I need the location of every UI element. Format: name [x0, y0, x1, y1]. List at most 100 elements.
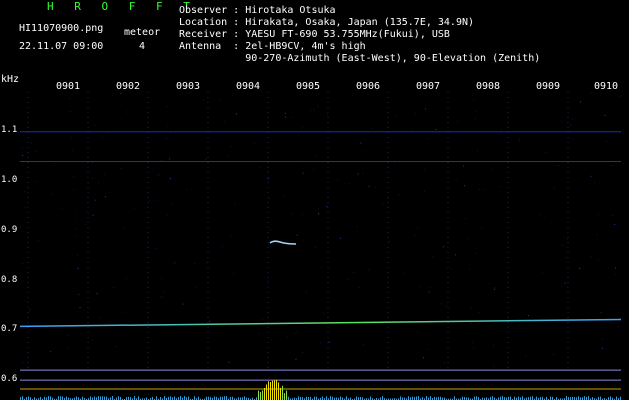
- bottom-noise-spectrum: [20, 380, 621, 400]
- noise-speck: [266, 170, 268, 172]
- noise-speck: [262, 319, 264, 321]
- noise-speck: [480, 228, 482, 230]
- noise-bar: [550, 396, 551, 400]
- noise-bar: [58, 396, 59, 400]
- noise-speck: [22, 362, 24, 363]
- noise-bar: [284, 393, 285, 400]
- noise-speck: [477, 149, 478, 151]
- noise-speck: [71, 137, 73, 138]
- noise-speck: [126, 111, 128, 113]
- noise-speck: [74, 235, 76, 237]
- noise-bar: [180, 396, 181, 400]
- noise-speck: [54, 162, 56, 164]
- noise-speck: [91, 162, 93, 163]
- noise-speck: [326, 113, 328, 115]
- noise-speck: [94, 124, 96, 126]
- noise-bar: [164, 396, 165, 400]
- noise-bar: [532, 396, 533, 400]
- noise-bar: [214, 396, 215, 400]
- noise-speck: [290, 213, 292, 215]
- noise-speck: [416, 332, 418, 333]
- noise-bar: [276, 380, 277, 400]
- noise-speck: [564, 237, 566, 239]
- noise-speck: [326, 206, 328, 208]
- noise-speck: [67, 334, 69, 336]
- noise-speck: [488, 283, 490, 285]
- noise-speck: [301, 126, 303, 128]
- spectrum-lines: [19, 131, 622, 390]
- noise-speck: [469, 268, 471, 270]
- noise-speck: [92, 340, 94, 342]
- noise-bar: [50, 396, 51, 400]
- noise-bar: [270, 382, 271, 400]
- noise-bar: [322, 396, 323, 400]
- noise-speck: [428, 291, 430, 293]
- noise-speck: [553, 353, 554, 355]
- noise-speck: [492, 169, 494, 170]
- noise-bar: [326, 396, 327, 400]
- noise-speck: [596, 234, 598, 235]
- noise-speck: [98, 181, 100, 183]
- noise-speck: [360, 142, 362, 144]
- noise-bar: [244, 396, 245, 400]
- noise-bar: [522, 396, 523, 400]
- noise-speck: [402, 272, 404, 274]
- noise-speck: [296, 330, 298, 332]
- noise-speck: [414, 234, 416, 236]
- noise-speck: [415, 113, 417, 115]
- noise-speck: [170, 178, 171, 179]
- noise-bar: [356, 396, 357, 400]
- noise-speck: [598, 260, 599, 262]
- noise-bar: [226, 396, 227, 400]
- noise-speck: [218, 99, 220, 101]
- noise-speck: [290, 116, 292, 118]
- noise-speck: [328, 341, 330, 343]
- noise-speck: [284, 196, 286, 198]
- noise-speck: [302, 352, 304, 354]
- noise-bar: [220, 396, 221, 400]
- noise-speck: [425, 108, 426, 110]
- noise-speck: [294, 332, 296, 334]
- noise-speck: [166, 106, 168, 108]
- noise-speck: [478, 311, 480, 313]
- noise-speck: [519, 324, 521, 326]
- noise-speck: [133, 207, 135, 209]
- noise-speck: [340, 237, 342, 239]
- noise-bar: [112, 396, 113, 400]
- noise-speck: [173, 261, 175, 263]
- noise-speck: [154, 199, 156, 201]
- noise-speck: [236, 113, 237, 115]
- noise-speck: [149, 200, 151, 202]
- noise-speck: [73, 189, 75, 191]
- noise-speck: [170, 203, 172, 204]
- noise-speck: [564, 282, 566, 284]
- noise-bar: [66, 396, 67, 400]
- noise-speck: [37, 240, 39, 242]
- noise-speck: [167, 125, 169, 127]
- noise-speck: [423, 357, 424, 359]
- noise-speck: [620, 95, 622, 97]
- noise-speck: [105, 196, 106, 198]
- noise-speck: [605, 141, 607, 142]
- noise-speck: [316, 106, 318, 108]
- noise-bar: [174, 396, 175, 400]
- noise-speck: [202, 100, 204, 102]
- signal-line: [19, 318, 622, 328]
- noise-speck: [67, 347, 69, 349]
- noise-bar: [260, 391, 261, 400]
- noise-bar: [330, 396, 331, 400]
- noise-speck: [71, 150, 73, 152]
- noise-bar: [62, 396, 63, 400]
- noise-speck: [73, 176, 75, 178]
- noise-bar: [584, 396, 585, 400]
- noise-speck: [34, 181, 36, 183]
- noise-speck: [169, 158, 171, 160]
- noise-bar: [100, 396, 101, 400]
- noise-bar: [264, 388, 265, 400]
- noise-speck: [566, 238, 568, 240]
- noise-bar: [98, 396, 99, 400]
- noise-speck: [21, 148, 23, 150]
- noise-speck: [166, 214, 168, 216]
- noise-speck: [123, 226, 125, 228]
- noise-speck: [519, 138, 521, 140]
